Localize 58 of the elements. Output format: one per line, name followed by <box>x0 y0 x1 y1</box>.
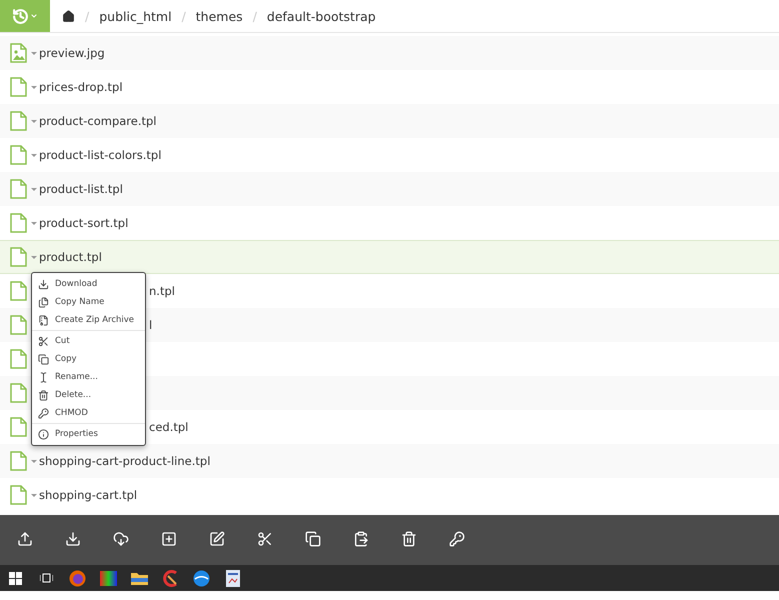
file-icon <box>10 179 27 199</box>
menu-item[interactable]: Delete... <box>32 386 145 404</box>
menu-item[interactable]: Copy Name <box>32 293 145 311</box>
file-icon <box>10 383 27 403</box>
text-cursor-icon <box>38 372 49 382</box>
menu-item[interactable]: Copy <box>32 350 145 368</box>
archive-icon <box>38 314 49 326</box>
file-name: product-sort.tpl <box>39 216 128 230</box>
breadcrumb-link[interactable]: public_html <box>99 8 172 24</box>
file-icon <box>10 315 27 335</box>
breadcrumb-separator: / <box>85 8 90 24</box>
file-name: l <box>149 318 152 332</box>
key-button[interactable] <box>449 531 467 549</box>
history-icon <box>12 8 29 24</box>
info-icon <box>38 428 49 440</box>
trash-icon <box>38 390 49 400</box>
file-icon <box>10 77 27 97</box>
file-name: shopping-cart.tpl <box>39 488 138 502</box>
menu-item[interactable]: Create Zip Archive <box>32 311 145 329</box>
menu-item[interactable]: Rename... <box>32 368 145 386</box>
file-icon <box>10 451 27 471</box>
file-name: ced.tpl <box>149 420 188 434</box>
file-name: prices-drop.tpl <box>39 80 123 94</box>
home-icon[interactable] <box>62 10 75 22</box>
breadcrumb-link[interactable]: themes <box>196 8 243 24</box>
file-row[interactable]: product-compare.tpl <box>0 104 779 138</box>
key-icon <box>38 408 49 418</box>
file-icon <box>10 281 27 301</box>
breadcrumb-separator: / <box>182 8 186 24</box>
file-row[interactable]: product.tpl <box>0 240 779 274</box>
file-icon <box>10 349 27 369</box>
file-name: product.tpl <box>39 250 102 264</box>
caret-icon <box>30 12 38 20</box>
file-row[interactable]: preview.jpg <box>0 36 779 70</box>
copy-icon <box>38 354 49 364</box>
menu-item[interactable]: Properties <box>32 425 145 443</box>
file-name: shopping-cart-product-line.tpl <box>39 454 210 468</box>
file-icon <box>10 213 27 233</box>
file-icon <box>10 145 27 165</box>
copy-icon <box>38 296 49 308</box>
file-name: preview.jpg <box>39 46 105 60</box>
file-name: product-list-colors.tpl <box>39 148 162 162</box>
file-icon <box>10 417 27 437</box>
menu-item[interactable]: Download <box>32 275 145 293</box>
file-name: n.tpl <box>149 284 175 298</box>
download-icon <box>38 278 49 290</box>
breadcrumb-link[interactable]: default-bootstrap <box>266 8 376 24</box>
file-row[interactable]: product-list.tpl <box>0 172 779 206</box>
scissors-icon <box>38 336 49 346</box>
image-file-icon <box>10 43 27 63</box>
file-row[interactable]: shopping-cart-product-line.tpl <box>0 444 779 478</box>
file-name: product-list.tpl <box>39 182 123 196</box>
file-icon <box>10 485 27 505</box>
file-name: product-compare.tpl <box>39 114 156 128</box>
copy-button[interactable] <box>305 531 323 549</box>
file-icon <box>10 247 27 267</box>
breadcrumb-separator: / <box>252 8 257 24</box>
file-icon <box>10 111 27 131</box>
